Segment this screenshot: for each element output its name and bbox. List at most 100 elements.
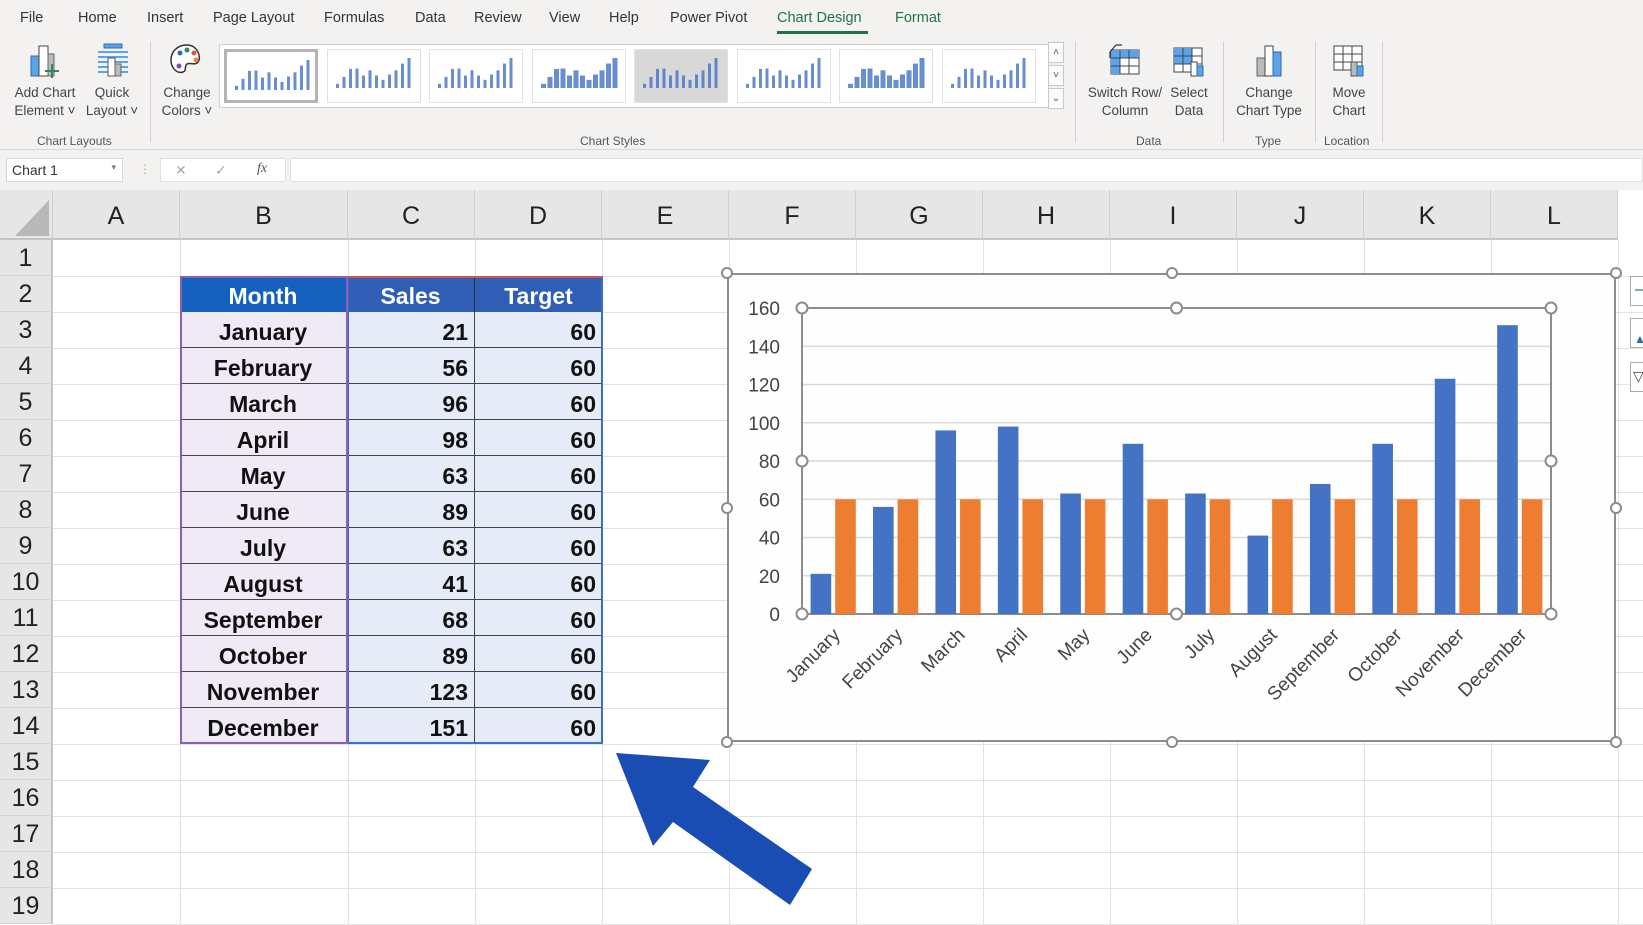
cell-target[interactable]: 60 [475, 456, 603, 492]
column-header-b[interactable]: B [180, 190, 348, 240]
cell-month[interactable]: June [180, 492, 347, 528]
bar-target-july[interactable] [1209, 499, 1231, 614]
table-header-sales[interactable]: Sales [347, 276, 475, 312]
row-header-16[interactable]: 16 [0, 780, 53, 816]
cell-month[interactable]: December [180, 708, 347, 744]
row-header-4[interactable]: 4 [0, 348, 53, 384]
row-header-11[interactable]: 11 [0, 600, 53, 636]
cell-target[interactable]: 60 [475, 492, 603, 528]
tab-home[interactable]: Home [78, 10, 117, 26]
table-header-target[interactable]: Target [475, 276, 603, 312]
cell-target[interactable]: 60 [475, 600, 603, 636]
name-box-dropdown-icon[interactable]: ▾ [111, 162, 116, 173]
cell-target[interactable]: 60 [475, 420, 603, 456]
cell-sales[interactable]: 89 [347, 636, 475, 672]
column-header-c[interactable]: C [348, 190, 475, 240]
plot-area-resize-handle[interactable] [1170, 301, 1183, 315]
row-header-12[interactable]: 12 [0, 636, 53, 672]
chart-resize-handle[interactable] [1610, 736, 1622, 748]
row-header-2[interactable]: 2 [0, 276, 53, 312]
chart-resize-handle[interactable] [721, 267, 733, 279]
row-header-7[interactable]: 7 [0, 456, 53, 492]
cell-sales[interactable]: 56 [347, 348, 475, 384]
row-header-3[interactable]: 3 [0, 312, 53, 348]
tab-view[interactable]: View [549, 10, 580, 26]
gallery-scroll-down[interactable]: ˅ [1048, 65, 1064, 86]
cell-sales[interactable]: 68 [347, 600, 475, 636]
cell-target[interactable]: 60 [475, 708, 603, 744]
row-header-13[interactable]: 13 [0, 672, 53, 708]
tab-review[interactable]: Review [474, 10, 522, 26]
chart-resize-handle[interactable] [721, 501, 733, 514]
bar-target-august[interactable] [1272, 499, 1293, 614]
chart-style-3[interactable] [429, 49, 523, 103]
cancel-icon[interactable]: ✕ [175, 162, 187, 179]
change-chart-type-button[interactable]: Change Chart Type [1227, 42, 1311, 120]
column-header-g[interactable]: G [856, 190, 983, 240]
tab-insert[interactable]: Insert [147, 10, 183, 26]
plot-area-resize-handle[interactable] [1170, 607, 1183, 621]
cell-month[interactable]: August [180, 564, 347, 600]
plot-area-resize-handle[interactable] [1544, 454, 1558, 468]
cell-sales[interactable]: 151 [347, 708, 475, 744]
column-header-i[interactable]: I [1110, 190, 1237, 240]
bar-target-march[interactable] [960, 499, 981, 614]
cell-month[interactable]: January [180, 312, 347, 348]
tab-help[interactable]: Help [609, 10, 639, 26]
row-header-5[interactable]: 5 [0, 384, 53, 420]
cell-sales[interactable]: 89 [347, 492, 475, 528]
column-header-f[interactable]: F [729, 190, 856, 240]
cell-sales[interactable]: 21 [347, 312, 475, 348]
bar-sales-may[interactable] [1060, 493, 1081, 614]
bar-target-december[interactable] [1521, 499, 1543, 614]
cell-sales[interactable]: 123 [347, 672, 475, 708]
gallery-scroll-up[interactable]: ˄ [1048, 42, 1064, 63]
cell-target[interactable]: 60 [475, 564, 603, 600]
chart-style-6[interactable] [736, 49, 831, 103]
chart-resize-handle[interactable] [1610, 501, 1622, 514]
bar-target-october[interactable] [1396, 499, 1418, 614]
row-header-8[interactable]: 8 [0, 492, 53, 528]
cell-month[interactable]: November [180, 672, 347, 708]
bar-target-april[interactable] [1022, 499, 1044, 614]
row-header-15[interactable]: 15 [0, 744, 53, 780]
chart-style-1[interactable] [224, 49, 318, 103]
chart-resize-handle[interactable] [1165, 736, 1178, 748]
plot-area-resize-handle[interactable] [795, 607, 809, 621]
row-header-14[interactable]: 14 [0, 708, 53, 744]
cell-month[interactable]: April [180, 420, 347, 456]
add-chart-element-button[interactable]: Add Chart Element ˅ [8, 42, 82, 120]
chart-style-8[interactable] [941, 49, 1036, 103]
move-chart-button[interactable]: Move Chart [1320, 42, 1378, 120]
column-header-h[interactable]: H [983, 190, 1110, 240]
quick-layout-button[interactable]: Quick Layout ˅ [82, 42, 142, 120]
chart-resize-handle[interactable] [1610, 267, 1622, 279]
select-all-corner[interactable] [0, 190, 53, 240]
chart-style-2[interactable] [326, 49, 421, 103]
bar-sales-november[interactable] [1434, 378, 1456, 614]
chart-filters-button[interactable]: ▽ [1630, 362, 1643, 392]
cell-target[interactable]: 60 [475, 384, 603, 420]
change-colors-button[interactable]: Change Colors ˅ [157, 42, 217, 120]
bar-sales-april[interactable] [997, 426, 1019, 614]
cell-target[interactable]: 60 [475, 312, 603, 348]
plot-area-resize-handle[interactable] [1544, 301, 1558, 315]
cell-month[interactable]: July [180, 528, 347, 564]
cell-target[interactable]: 60 [475, 528, 603, 564]
cell-sales[interactable]: 63 [347, 528, 475, 564]
plot-area-resize-handle[interactable] [795, 454, 809, 468]
column-header-e[interactable]: E [602, 190, 729, 240]
bar-target-november[interactable] [1459, 499, 1480, 614]
chart-style-7[interactable] [839, 49, 933, 103]
chart-area[interactable]: 0 20 40 60 80 100 120 140 160 January February Marc… [727, 273, 1616, 742]
tab-file[interactable]: File [20, 10, 43, 26]
bar-sales-july[interactable] [1185, 493, 1206, 614]
column-header-l[interactable]: L [1491, 190, 1618, 240]
bar-sales-december[interactable] [1497, 325, 1518, 614]
cell-target[interactable]: 60 [475, 348, 603, 384]
tab-page-layout[interactable]: Page Layout [213, 10, 294, 26]
select-data-button[interactable]: Select Data [1163, 42, 1215, 120]
bar-sales-october[interactable] [1372, 443, 1393, 614]
bar-sales-august[interactable] [1247, 535, 1269, 614]
row-header-17[interactable]: 17 [0, 816, 53, 852]
